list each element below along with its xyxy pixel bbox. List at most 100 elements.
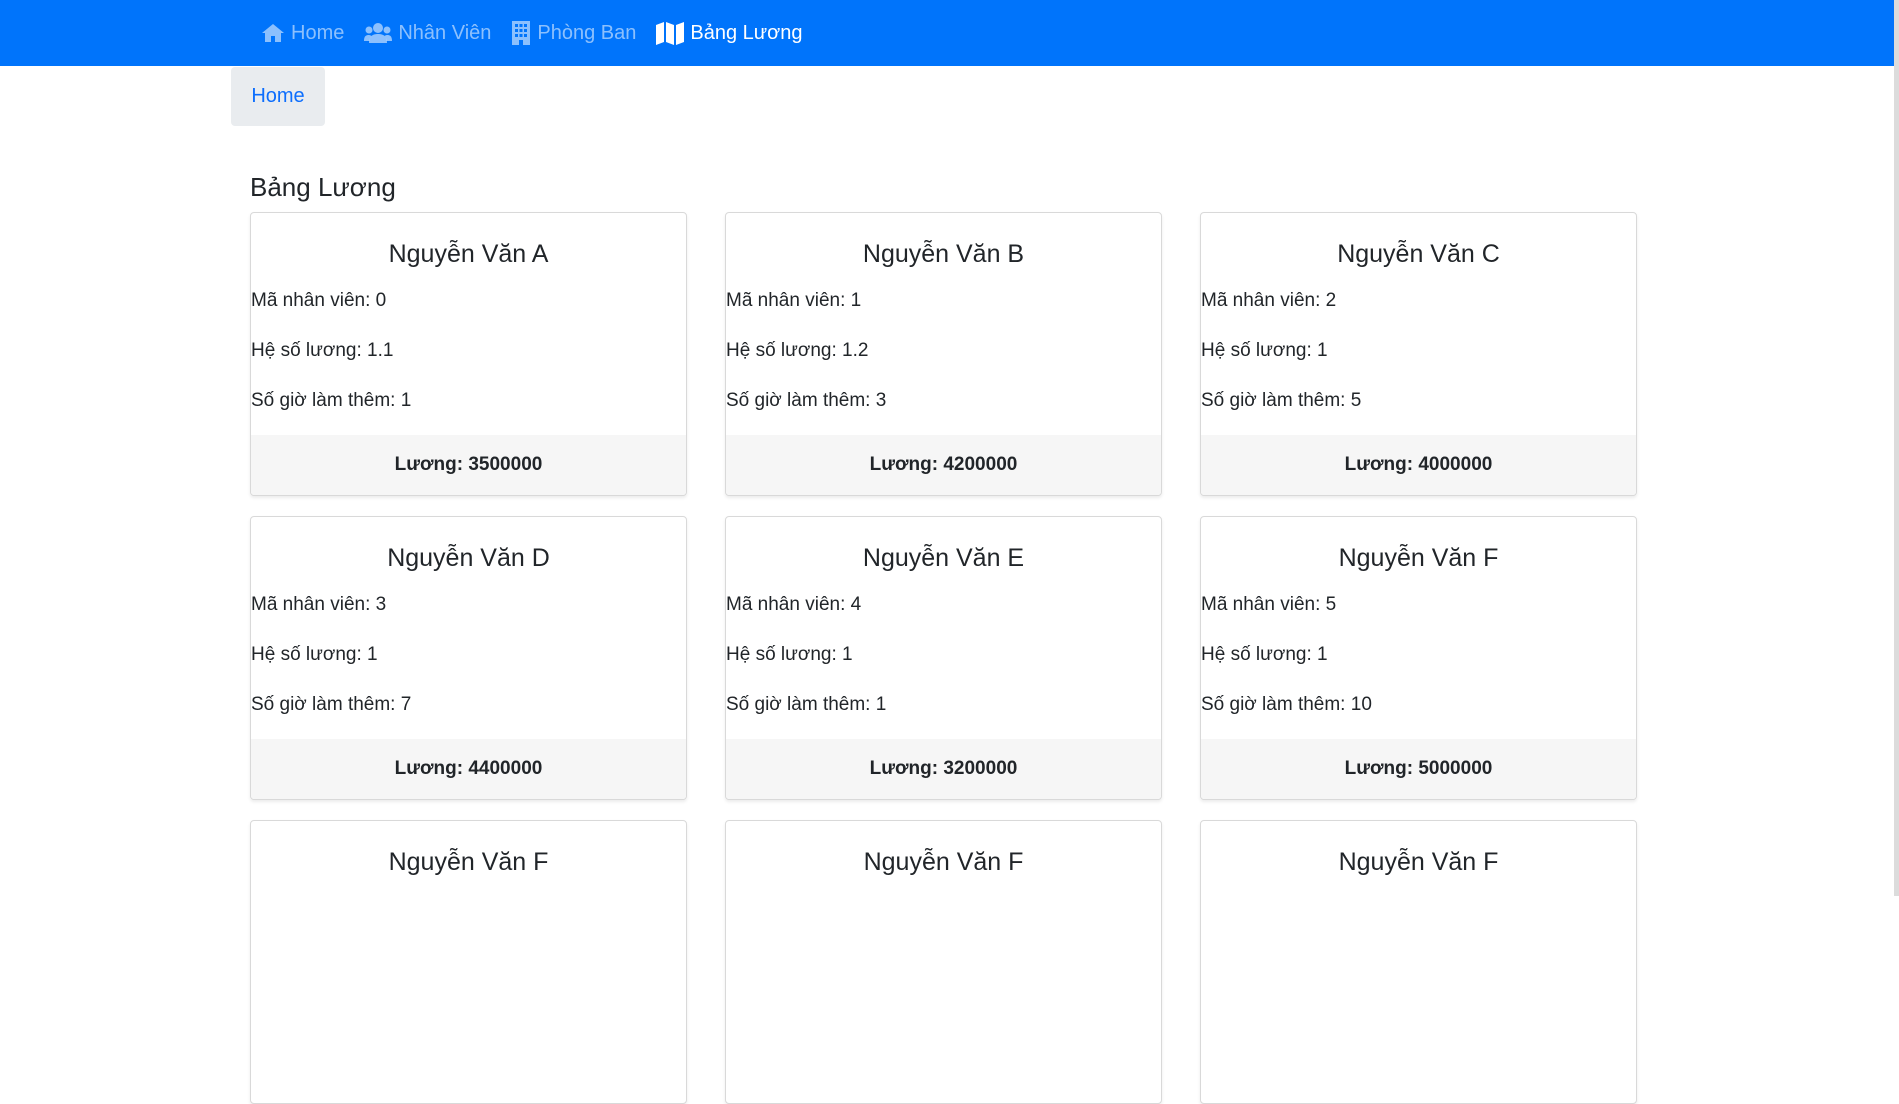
nav-item-label: Nhân Viên <box>398 21 492 44</box>
nav-item-label: Phòng Ban <box>537 21 637 44</box>
employee-name: Nguyễn Văn E <box>862 544 1025 572</box>
salary-footer: Lương: 5000000 <box>1201 739 1636 799</box>
overtime-line: Số giờ làm thêm: 5 <box>1201 388 1636 438</box>
salary-coef-value: 1 <box>367 644 378 665</box>
salary-card: Nguyễn Văn F <box>250 820 687 1104</box>
salary-value: 4400000 <box>468 758 543 779</box>
nav-item-phong-ban[interactable]: Phòng Ban <box>511 20 636 46</box>
employee-id-label: Mã nhân viên: <box>1201 290 1326 311</box>
overtime-line: Số giờ làm thêm: 10 <box>1201 692 1636 742</box>
salary-coef-value: 1.2 <box>842 340 869 361</box>
employee-name: Nguyễn Văn D <box>387 544 550 572</box>
overtime-value: 7 <box>400 694 412 715</box>
salary-coef-value: 1.1 <box>367 340 394 361</box>
salary-coef-label: Hệ số lương: <box>1201 340 1318 361</box>
salary-value: 4200000 <box>943 454 1018 475</box>
nav-item-nhan-vien[interactable]: Nhân Viên <box>364 22 491 45</box>
salary-footer: Lương: 4400000 <box>251 739 686 799</box>
nav-item-bang-luong[interactable]: Bảng Lương <box>656 21 803 45</box>
employee-id-value: 2 <box>1325 290 1337 311</box>
employee-name: Nguyễn Văn F <box>1338 544 1499 572</box>
overtime-value: 1 <box>875 694 887 715</box>
employee-name: Nguyễn Văn F <box>863 848 1024 876</box>
salary-card: Nguyễn Văn F <box>1200 820 1637 1104</box>
salary-label: Lương: <box>1344 758 1414 779</box>
salary-footer: Lương: 3200000 <box>726 739 1161 799</box>
salary-coef-line: Hệ số lương: 1 <box>1201 338 1636 388</box>
overtime-line: Số giờ làm thêm: 3 <box>726 388 1161 438</box>
overtime-label: Số giờ làm thêm: <box>726 390 876 411</box>
overtime-line: Số giờ làm thêm: 1 <box>251 388 686 438</box>
salary-value: 5000000 <box>1418 758 1493 779</box>
salary-card: Nguyễn Văn B Mã nhân viên: 1 Hệ số lương… <box>725 212 1162 496</box>
building-icon <box>511 20 531 46</box>
salary-card: Nguyễn Văn F Mã nhân viên: 5 Hệ số lương… <box>1200 516 1637 800</box>
employee-id-line: Mã nhân viên: 3 <box>251 592 686 642</box>
overtime-value: 3 <box>875 390 887 411</box>
employee-name: Nguyễn Văn F <box>1338 848 1499 876</box>
salary-label: Lương: <box>394 454 464 475</box>
salary-card: Nguyễn Văn D Mã nhân viên: 3 Hệ số lương… <box>250 516 687 800</box>
overtime-label: Số giờ làm thêm: <box>1201 694 1351 715</box>
employee-id-line: Mã nhân viên: 1 <box>726 288 1161 338</box>
employee-id-line: Mã nhân viên: 4 <box>726 592 1161 642</box>
salary-coef-line: Hệ số lương: 1 <box>1201 642 1636 692</box>
employee-id-line: Mã nhân viên: 5 <box>1201 592 1636 642</box>
salary-footer: Lương: 4000000 <box>1201 435 1636 495</box>
salary-footer: Lương: 4200000 <box>726 435 1161 495</box>
salary-card: Nguyễn Văn E Mã nhân viên: 4 Hệ số lương… <box>725 516 1162 800</box>
overtime-label: Số giờ làm thêm: <box>251 694 401 715</box>
overtime-label: Số giờ làm thêm: <box>1201 390 1351 411</box>
employee-id-label: Mã nhân viên: <box>251 594 376 615</box>
employee-name: Nguyễn Văn C <box>1337 240 1500 268</box>
salary-label: Lương: <box>869 454 939 475</box>
salary-value: 3500000 <box>468 454 543 475</box>
employee-id-value: 5 <box>1325 594 1337 615</box>
nav-item-home[interactable]: Home <box>261 22 344 45</box>
salary-coef-label: Hệ số lương: <box>1201 644 1318 665</box>
overtime-label: Số giờ làm thêm: <box>726 694 876 715</box>
salary-coef-line: Hệ số lương: 1 <box>251 642 686 692</box>
employee-id-value: 3 <box>375 594 387 615</box>
employee-id-label: Mã nhân viên: <box>1201 594 1326 615</box>
salary-value: 3200000 <box>943 758 1018 779</box>
employee-id-value: 1 <box>850 290 862 311</box>
overtime-label: Số giờ làm thêm: <box>251 390 401 411</box>
users-icon <box>364 22 393 44</box>
overtime-value: 10 <box>1350 694 1372 715</box>
nav-item-label: Bảng Lương <box>690 21 803 44</box>
salary-footer: Lương: 3500000 <box>251 435 686 495</box>
breadcrumb: Home <box>231 67 325 126</box>
breadcrumb-home-link[interactable]: Home <box>251 85 304 108</box>
salary-coef-label: Hệ số lương: <box>251 644 368 665</box>
employee-id-value: 0 <box>375 290 387 311</box>
salary-card: Nguyễn Văn A Mã nhân viên: 0 Hệ số lương… <box>250 212 687 496</box>
salary-coef-value: 1 <box>1317 644 1328 665</box>
salary-card-grid: Nguyễn Văn A Mã nhân viên: 0 Hệ số lương… <box>250 212 1637 1104</box>
salary-coef-line: Hệ số lương: 1.1 <box>251 338 686 388</box>
employee-name: Nguyễn Văn B <box>862 240 1025 268</box>
employee-name: Nguyễn Văn F <box>388 848 549 876</box>
vertical-scrollbar[interactable] <box>1894 0 1899 896</box>
salary-label: Lương: <box>394 758 464 779</box>
employee-id-line: Mã nhân viên: 2 <box>1201 288 1636 338</box>
overtime-line: Số giờ làm thêm: 1 <box>726 692 1161 742</box>
home-icon <box>261 23 285 43</box>
page-title: Bảng Lương <box>250 172 396 202</box>
salary-label: Lương: <box>1344 454 1414 475</box>
salary-coef-label: Hệ số lương: <box>726 644 843 665</box>
salary-coef-value: 1 <box>1317 340 1328 361</box>
nav-item-label: Home <box>291 21 345 44</box>
overtime-value: 1 <box>400 390 412 411</box>
employee-id-label: Mã nhân viên: <box>726 290 851 311</box>
salary-coef-line: Hệ số lương: 1.2 <box>726 338 1161 388</box>
employee-id-line: Mã nhân viên: 0 <box>251 288 686 338</box>
overtime-value: 5 <box>1350 390 1362 411</box>
overtime-line: Số giờ làm thêm: 7 <box>251 692 686 742</box>
employee-id-label: Mã nhân viên: <box>251 290 376 311</box>
employee-id-label: Mã nhân viên: <box>726 594 851 615</box>
employee-name: Nguyễn Văn A <box>388 240 549 268</box>
salary-value: 4000000 <box>1418 454 1493 475</box>
map-icon <box>656 21 685 45</box>
employee-id-value: 4 <box>850 594 862 615</box>
